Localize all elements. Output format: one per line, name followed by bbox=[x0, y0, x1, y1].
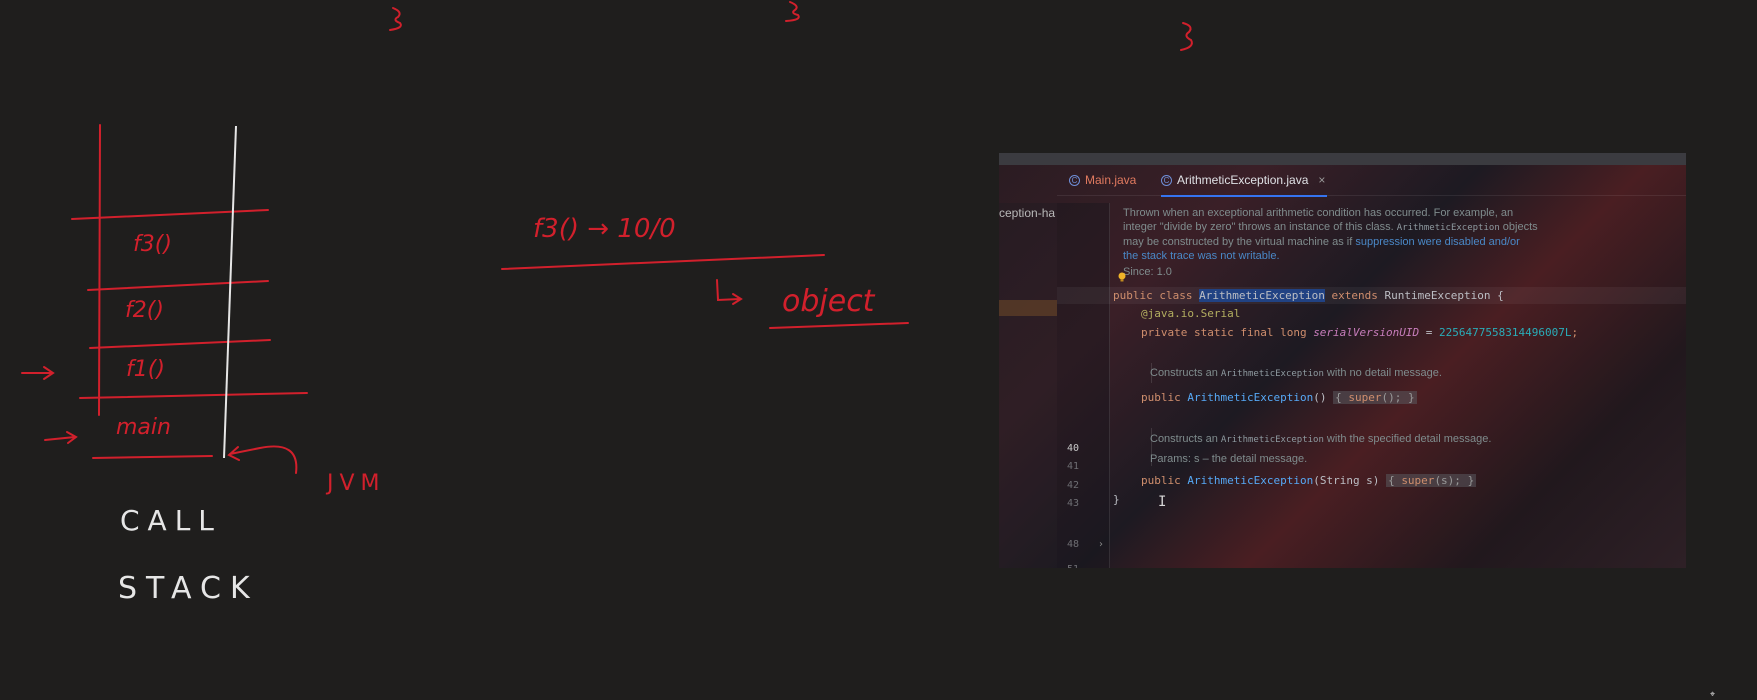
window-strip bbox=[999, 153, 1686, 165]
stack-label: STACK bbox=[118, 571, 259, 606]
frame-main: main bbox=[116, 415, 171, 440]
chevron-right-icon[interactable]: › bbox=[1099, 539, 1103, 550]
brace-mark bbox=[1180, 22, 1193, 51]
object-label: object bbox=[782, 284, 876, 319]
tab-label: Main.java bbox=[1085, 173, 1137, 187]
line-number: 51 bbox=[1067, 564, 1079, 568]
doc-line: integer "divide by zero" throws an insta… bbox=[1123, 220, 1683, 235]
close-icon[interactable]: × bbox=[1318, 173, 1325, 187]
doc-code: ArithmeticException bbox=[1396, 223, 1500, 233]
line-gutter: 40 41 42 43 48 › 51 58 › 61 62 bbox=[1057, 203, 1110, 568]
line-number: 48 bbox=[1066, 539, 1079, 550]
project-panel: ception-ha bbox=[999, 203, 1057, 568]
tab-main-java[interactable]: C Main.java bbox=[1069, 165, 1136, 195]
line-number: 41 bbox=[1066, 461, 1079, 472]
frame-f3: f3() bbox=[133, 232, 172, 257]
call-label: CALL bbox=[120, 504, 222, 537]
stack-divider bbox=[92, 455, 213, 459]
doc-line: may be constructed by the virtual machin… bbox=[1123, 235, 1683, 249]
brace-mark bbox=[785, 1, 800, 22]
project-item[interactable]: ception-ha bbox=[999, 206, 1055, 220]
stack-divider bbox=[79, 392, 308, 399]
doc-since: Since: 1.0 bbox=[1123, 266, 1172, 278]
brace-mark bbox=[389, 7, 402, 31]
stack-divider bbox=[71, 209, 269, 220]
arrow-object bbox=[716, 279, 743, 305]
stack-divider bbox=[87, 280, 269, 291]
doc-text: objects bbox=[1499, 221, 1538, 233]
equation-text: f3() → 10/0 bbox=[533, 214, 676, 244]
object-underline bbox=[769, 322, 909, 329]
stack-left-edge bbox=[98, 124, 101, 416]
doc-link[interactable]: the stack trace was not writable. bbox=[1123, 249, 1683, 263]
arrow-main bbox=[44, 431, 78, 444]
line-number: 43 bbox=[1066, 498, 1079, 509]
tab-label: ArithmeticException.java bbox=[1177, 173, 1309, 187]
class-icon: C bbox=[1069, 174, 1080, 186]
doc-text: integer "divide by zero" throws an insta… bbox=[1123, 221, 1397, 233]
arrow-f1 bbox=[21, 366, 55, 380]
stack-divider bbox=[89, 339, 271, 349]
doc-link[interactable]: suppression were disabled and/or bbox=[1355, 236, 1520, 248]
text-cursor-icon: I bbox=[1158, 494, 1167, 510]
frame-f1: f1() bbox=[126, 357, 165, 382]
class-javadoc: Thrown when an exceptional arithmetic co… bbox=[1123, 206, 1683, 279]
frame-f2: f2() bbox=[125, 298, 164, 323]
jvm-label: JVM bbox=[325, 471, 386, 496]
stack-right-edge bbox=[223, 125, 237, 459]
equation-underline bbox=[501, 254, 825, 270]
project-selection bbox=[999, 300, 1057, 316]
arrow-jvm bbox=[227, 445, 298, 474]
lightbulb-icon[interactable] bbox=[1118, 272, 1126, 282]
class-icon: C bbox=[1161, 174, 1172, 186]
doc-line: Thrown when an exceptional arithmetic co… bbox=[1123, 207, 1514, 219]
tab-arithmetic-exception[interactable]: C ArithmeticException.java × bbox=[1161, 165, 1328, 197]
line-number: 40 bbox=[1066, 443, 1079, 454]
editor-tab-bar: C Main.java C ArithmeticException.java × bbox=[1057, 165, 1686, 197]
line-number: 42 bbox=[1066, 480, 1079, 491]
doc-text: may be constructed by the virtual machin… bbox=[1123, 236, 1356, 248]
current-line-highlight bbox=[1057, 287, 1686, 304]
